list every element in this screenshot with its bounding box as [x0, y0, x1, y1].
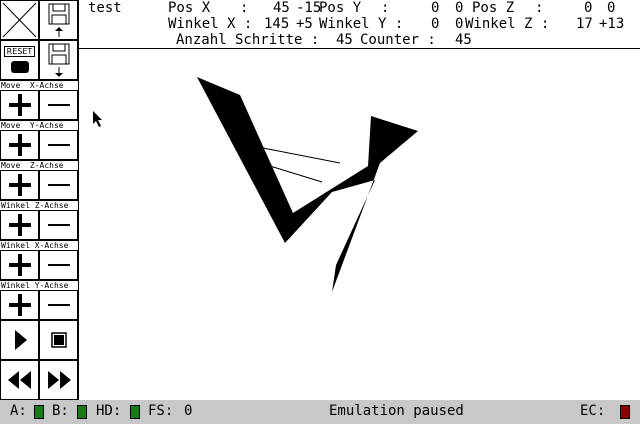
winkel-x-minus-button[interactable]	[39, 250, 78, 280]
winkel-z-value: 17	[576, 16, 593, 32]
hd-led	[130, 405, 140, 419]
status-bar: A: B: HD: FS: 0 Emulation paused EC:	[0, 400, 640, 424]
fast-forward-button[interactable]	[39, 360, 78, 400]
plus-icon	[8, 134, 31, 156]
move-z-minus-button[interactable]	[39, 170, 78, 200]
pos-y-sep: :	[381, 0, 390, 16]
save-upload-button[interactable]	[39, 0, 78, 40]
pos-y-label: Pos Y	[319, 0, 362, 16]
pos-x-label: Pos X	[168, 0, 211, 16]
winkel-x-label: Winkel X :	[168, 16, 253, 32]
winkel-z-label: Winkel Z :	[465, 16, 550, 32]
minus-icon	[47, 184, 70, 186]
rewind-icon	[7, 371, 31, 389]
minus-icon	[47, 224, 70, 226]
pos-x-delta: -15	[296, 0, 322, 16]
fs-value: 0	[184, 403, 193, 419]
rewind-button[interactable]	[0, 360, 39, 400]
reset-label: RESET	[3, 45, 36, 57]
winkel-y-group-label: Winkel Y-Achse	[0, 280, 78, 290]
pos-z-sep: :	[535, 0, 544, 16]
minus-icon	[47, 104, 70, 106]
ec-led	[620, 405, 630, 419]
3d-figure	[197, 77, 418, 292]
plus-icon	[8, 174, 31, 196]
winkel-y-label: Winkel Y :	[319, 16, 404, 32]
counter-value: 45	[455, 32, 472, 48]
minus-icon	[47, 304, 70, 306]
play-icon	[14, 330, 27, 350]
fs-label: FS:	[148, 403, 174, 419]
winkel-y-delta: 0	[455, 16, 464, 32]
winkel-z-minus-button[interactable]	[39, 210, 78, 240]
status-message: Emulation paused	[329, 403, 464, 419]
move-y-minus-button[interactable]	[39, 130, 78, 160]
move-x-group-label: Move X-Achse	[0, 80, 78, 90]
disk-upload-icon	[48, 3, 70, 37]
schritte-value: 45	[336, 32, 353, 48]
pos-x-value: 45	[273, 0, 290, 16]
program-title: test	[88, 0, 122, 16]
winkel-z-plus-button[interactable]	[0, 210, 39, 240]
winkel-x-plus-button[interactable]	[0, 250, 39, 280]
pos-y-value: 0	[431, 0, 440, 16]
counter-label: Counter :	[360, 32, 436, 48]
close-button[interactable]	[0, 0, 39, 40]
move-x-plus-button[interactable]	[0, 90, 39, 120]
drive-b-led	[77, 405, 87, 419]
plus-icon	[8, 294, 31, 316]
pos-z-label: Pos Z	[472, 0, 515, 16]
schritte-label: Anzahl Schritte :	[176, 32, 320, 48]
ec-label: EC:	[580, 403, 606, 419]
winkel-y-plus-button[interactable]	[0, 290, 39, 320]
pos-z-value: 0	[584, 0, 593, 16]
drive-a-label: A:	[10, 403, 27, 419]
fast-forward-icon	[47, 371, 71, 389]
toolbar: RESET Move X-Achse Move Y-Achse Move Z-Ach…	[0, 0, 79, 400]
pos-z-delta: 0	[607, 0, 616, 16]
winkel-z-delta: +13	[599, 16, 625, 32]
move-z-plus-button[interactable]	[0, 170, 39, 200]
disk-download-icon	[48, 43, 70, 77]
play-button[interactable]	[0, 320, 39, 360]
drive-b-label: B:	[52, 403, 69, 419]
save-download-button[interactable]	[39, 40, 78, 80]
plus-icon	[8, 254, 31, 276]
reset-icon	[10, 60, 29, 73]
winkel-x-value: 145	[264, 16, 290, 32]
stop-button[interactable]	[39, 320, 78, 360]
winkel-x-delta: +5	[296, 16, 313, 32]
plus-icon	[8, 214, 31, 236]
plus-icon	[8, 94, 31, 116]
drive-a-led	[34, 405, 44, 419]
move-y-plus-button[interactable]	[0, 130, 39, 160]
minus-icon	[47, 144, 70, 146]
render-canvas[interactable]	[79, 49, 640, 400]
reset-button[interactable]: RESET	[0, 40, 39, 80]
mouse-pointer-icon	[93, 111, 102, 127]
move-y-group-label: Move Y-Achse	[0, 120, 78, 130]
pos-y-delta: 0	[455, 0, 464, 16]
move-x-minus-button[interactable]	[39, 90, 78, 120]
move-z-group-label: Move Z-Achse	[0, 160, 78, 170]
stop-icon	[50, 332, 67, 348]
hd-label: HD:	[96, 403, 122, 419]
minus-icon	[47, 264, 70, 266]
winkel-y-minus-button[interactable]	[39, 290, 78, 320]
close-icon	[2, 2, 37, 38]
pos-x-sep: :	[240, 0, 249, 16]
winkel-z-group-label: Winkel Z-Achse	[0, 200, 78, 210]
winkel-x-group-label: Winkel X-Achse	[0, 240, 78, 250]
winkel-y-value: 0	[431, 16, 440, 32]
